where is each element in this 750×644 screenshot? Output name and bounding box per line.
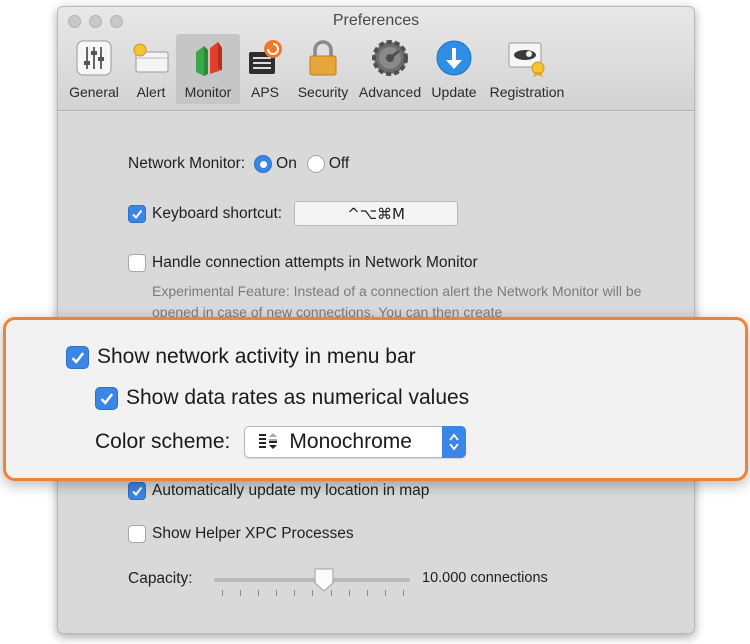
on-label: On [276, 155, 297, 172]
toolbar: General Alert Monitor APS Security Advan… [62, 34, 570, 110]
show-activity-label: Show network activity in menu bar [97, 345, 416, 368]
show-activity-row: Show network activity in menu bar [66, 345, 416, 369]
tab-label: Alert [136, 84, 166, 100]
checkmark-icon [132, 209, 143, 219]
checkmark-icon [100, 392, 114, 405]
tab-label: Advanced [358, 84, 422, 100]
auto-update-location-label: Automatically update my location in map [152, 482, 430, 499]
alert-icon [133, 43, 169, 73]
auto-update-location-checkbox[interactable] [128, 482, 146, 500]
off-label: Off [328, 155, 350, 172]
monochrome-rates-icon [259, 433, 278, 449]
tab-alert[interactable]: Alert [126, 34, 176, 104]
tab-registration[interactable]: Registration [484, 34, 570, 104]
slider-tick [384, 590, 386, 596]
keyboard-shortcut-checkbox[interactable] [128, 204, 146, 223]
tab-label: APS [250, 84, 279, 100]
tab-label: Update [431, 84, 477, 100]
slider-tick [240, 590, 242, 596]
slider-tick [294, 590, 296, 596]
window-title: Preferences [332, 12, 420, 29]
slider-tick [366, 590, 368, 596]
registration-icon [508, 42, 545, 77]
tab-label: Monitor [184, 84, 232, 100]
off-radio[interactable] [306, 155, 325, 173]
sliders-icon [76, 40, 112, 76]
slider-tick [222, 590, 223, 596]
network-monitor-label: Network Monitor: [128, 155, 246, 172]
keyboard-shortcut-label: Keyboard shortcut: [152, 204, 283, 222]
show-rates-label: Show data rates as numerical values [126, 386, 470, 409]
aps-icon [249, 40, 282, 74]
capacity-value: 10.000 connections [422, 570, 548, 586]
capacity-ticks [222, 590, 404, 596]
titlebar: Preferences General Alert Monitor APS Se… [58, 7, 694, 111]
slider-tick [258, 590, 260, 596]
color-scheme-value: Monochrome [289, 430, 412, 453]
download-icon [436, 40, 472, 76]
handle-attempts-label: Handle connection attempts in Network Mo… [152, 254, 478, 271]
tab-monitor[interactable]: Monitor [176, 34, 240, 104]
highlight-callout: Show network activity in menu bar Show d… [3, 317, 748, 481]
capacity-label: Capacity: [128, 570, 193, 587]
checkmark-icon [132, 486, 143, 497]
on-radio[interactable] [254, 155, 273, 173]
keyboard-shortcut-row: Keyboard shortcut: ^⌥⌘M [128, 201, 459, 226]
gear-icon [372, 40, 408, 76]
handle-attempts-checkbox[interactable] [128, 254, 146, 272]
tab-security[interactable]: Security [290, 34, 356, 104]
color-scheme-select[interactable]: Monochrome [244, 426, 467, 458]
tab-general[interactable]: General [62, 34, 126, 104]
color-scheme-label: Color scheme: [95, 430, 231, 453]
slider-tick [276, 590, 278, 596]
auto-update-location-row: Automatically update my location in map [128, 482, 429, 500]
tab-label: General [69, 84, 119, 100]
tab-label: Security [297, 84, 349, 100]
up-down-arrows-icon [449, 433, 460, 451]
show-helper-row: Show Helper XPC Processes [128, 525, 354, 543]
show-helper-checkbox[interactable] [128, 525, 146, 543]
show-rates-checkbox[interactable] [95, 386, 118, 410]
slider-tick [402, 590, 404, 596]
keyboard-shortcut-field[interactable]: ^⌥⌘M [294, 201, 459, 226]
tab-label: Registration [489, 84, 565, 100]
network-monitor-row: Network Monitor: On Off [128, 155, 349, 173]
show-helper-label: Show Helper XPC Processes [152, 525, 354, 542]
tab-advanced[interactable]: Advanced [356, 34, 424, 104]
slider-tick [348, 590, 350, 596]
checkmark-icon [71, 351, 85, 364]
lock-icon [309, 40, 337, 76]
slider-tick [330, 590, 332, 596]
select-stepper[interactable] [442, 426, 467, 458]
color-scheme-row: Color scheme: Monochrome [95, 426, 467, 458]
handle-attempts-row: Handle connection attempts in Network Mo… [128, 254, 478, 272]
show-activity-checkbox[interactable] [66, 345, 89, 369]
show-rates-row: Show data rates as numerical values [95, 386, 469, 410]
tab-aps[interactable]: APS [240, 34, 290, 104]
monitor-icon [196, 42, 222, 76]
slider-tick [312, 590, 314, 596]
tab-update[interactable]: Update [424, 34, 484, 104]
